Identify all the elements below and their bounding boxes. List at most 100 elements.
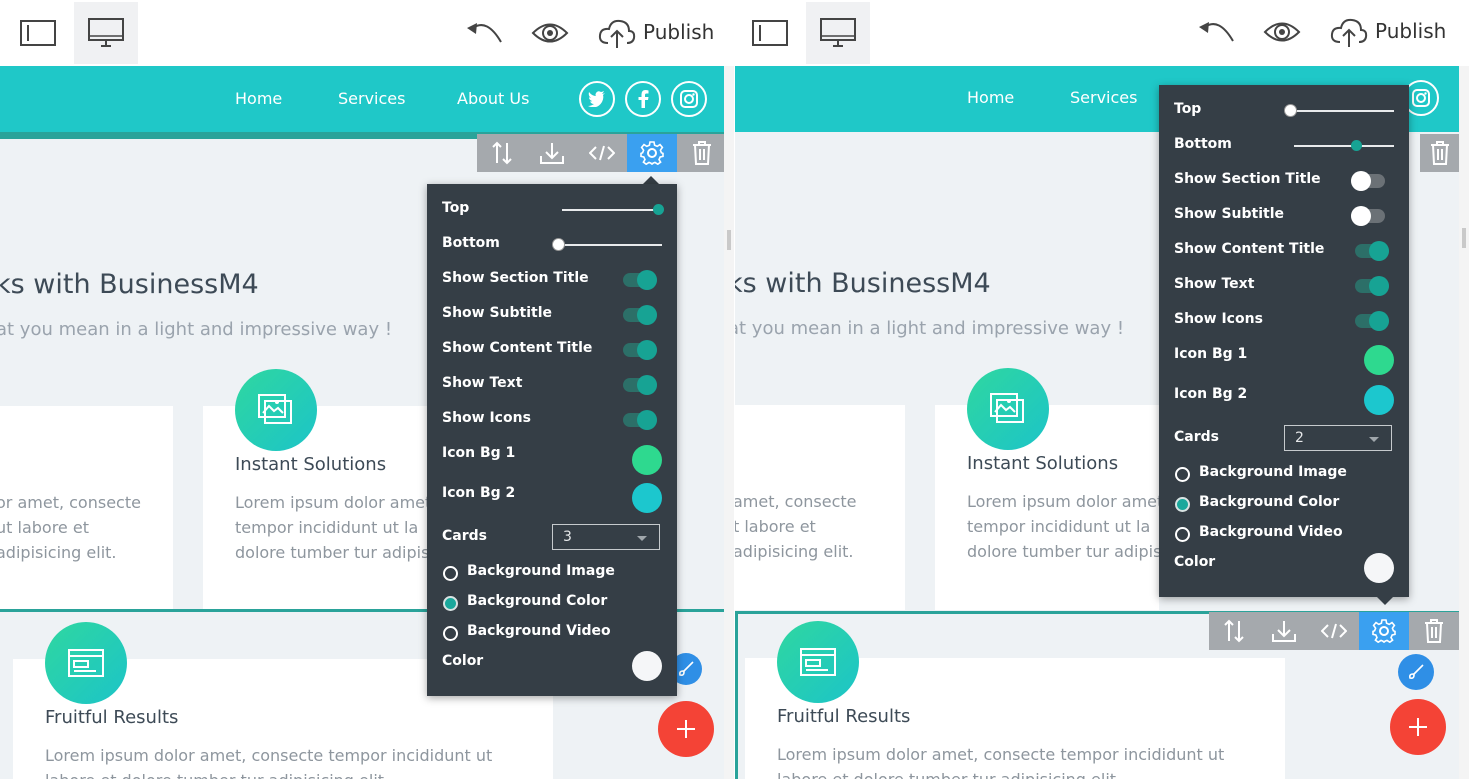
slider-knob[interactable]	[653, 204, 664, 215]
image-gallery-icon	[990, 393, 1024, 423]
code-button[interactable]	[1309, 612, 1359, 650]
delete-button[interactable]	[677, 134, 727, 172]
feature-card-instant-solutions[interactable]: Instant Solutions Lorem ipsum dolor amet…	[935, 405, 1159, 610]
twitter-link[interactable]	[579, 81, 615, 117]
top-padding-slider[interactable]	[1285, 105, 1394, 116]
bg-image-label[interactable]: Background Image	[467, 563, 615, 579]
cloud-upload-icon	[1330, 18, 1368, 47]
show-subtitle-toggle[interactable]	[623, 305, 657, 325]
cards-select[interactable]: 2	[1284, 425, 1392, 451]
bottom-padding-slider[interactable]	[553, 239, 662, 250]
show-subtitle-label: Show Subtitle	[442, 305, 553, 321]
publish-button[interactable]: Publish	[643, 20, 714, 44]
slider-knob[interactable]	[553, 239, 564, 250]
show-text-toggle[interactable]	[623, 375, 657, 395]
preview-button[interactable]	[1262, 17, 1302, 47]
card-text-line: Lorem ipsum dolor amet, consecte tempor …	[45, 746, 493, 765]
top-padding-slider[interactable]	[562, 204, 664, 215]
nav-services[interactable]: Services	[338, 89, 405, 108]
nav-home[interactable]: Home	[235, 89, 282, 108]
add-block-button[interactable]	[658, 701, 714, 757]
show-text-toggle[interactable]	[1355, 276, 1389, 296]
bg-video-label[interactable]: Background Video	[467, 623, 611, 639]
facebook-link[interactable]	[625, 81, 661, 117]
trash-icon	[693, 141, 711, 165]
code-icon	[589, 145, 615, 161]
background-color-swatch[interactable]	[1364, 553, 1394, 583]
icon-bg-1-swatch[interactable]	[1364, 345, 1394, 375]
nav-about-us[interactable]: About Us	[457, 89, 529, 108]
bg-video-label[interactable]: Background Video	[1199, 524, 1343, 540]
bg-video-radio[interactable]	[1175, 527, 1190, 542]
color-label: Color	[442, 653, 484, 669]
download-button[interactable]	[1259, 612, 1309, 650]
publish-cloud-button[interactable]	[597, 16, 637, 50]
icon-bg-2-swatch[interactable]	[1364, 385, 1394, 415]
section-subtitle: at you mean in a light and impressive wa…	[735, 318, 1125, 339]
delete-button[interactable]	[1409, 612, 1459, 650]
undo-button[interactable]	[464, 18, 504, 48]
publish-button[interactable]: Publish	[1375, 19, 1446, 43]
desktop-view-icon	[88, 18, 124, 47]
show-content-title-toggle[interactable]	[623, 340, 657, 360]
reorder-button[interactable]	[1209, 612, 1259, 650]
code-icon	[1321, 623, 1347, 639]
show-section-title-toggle[interactable]	[623, 270, 657, 290]
delete-button-top[interactable]	[1420, 134, 1460, 172]
bg-color-radio[interactable]	[443, 596, 458, 611]
nav-home[interactable]: Home	[967, 88, 1014, 107]
show-icons-toggle[interactable]	[623, 410, 657, 430]
icon-bg-1-swatch[interactable]	[632, 445, 662, 475]
settings-button[interactable]	[1359, 612, 1409, 650]
sidebar-toggle-button[interactable]	[738, 2, 802, 64]
show-text-label: Show Text	[1174, 276, 1255, 292]
reorder-button[interactable]	[477, 134, 527, 172]
publish-cloud-button[interactable]	[1329, 15, 1369, 49]
bg-image-radio[interactable]	[443, 566, 458, 581]
bg-image-radio[interactable]	[1175, 467, 1190, 482]
icon-bg-2-label: Icon Bg 2	[1174, 386, 1248, 402]
bg-image-label[interactable]: Background Image	[1199, 464, 1347, 480]
slider-knob[interactable]	[1351, 140, 1362, 151]
show-icons-label: Show Icons	[442, 410, 531, 426]
slider-knob[interactable]	[1285, 105, 1296, 116]
bottom-padding-slider[interactable]	[1294, 140, 1394, 151]
card-text-line: adipisicing elit.	[735, 542, 854, 561]
desktop-view-button[interactable]	[806, 2, 870, 64]
show-text-label: Show Text	[442, 375, 523, 391]
editor-topbar: Publish	[0, 0, 734, 66]
section-title: ks with BusinessM4	[735, 268, 991, 299]
show-subtitle-toggle[interactable]	[1351, 206, 1385, 226]
card-text-line: labore et dolore tumber tur adipisicing …	[45, 768, 389, 779]
icon-bg-2-swatch[interactable]	[632, 483, 662, 513]
settings-button[interactable]	[627, 134, 677, 172]
bg-color-label[interactable]: Background Color	[1199, 494, 1339, 510]
feature-card[interactable]: amet, consecte t labore et adipisicing e…	[735, 405, 905, 610]
bg-video-radio[interactable]	[443, 626, 458, 641]
code-button[interactable]	[577, 134, 627, 172]
toggle-knob	[1351, 206, 1371, 226]
plus-icon	[677, 720, 695, 738]
edit-style-button[interactable]	[1398, 654, 1434, 690]
scrollbar-thumb[interactable]	[1462, 228, 1466, 248]
bg-color-radio[interactable]	[1175, 497, 1190, 512]
cards-select[interactable]: 3	[552, 524, 660, 550]
show-content-title-toggle[interactable]	[1355, 241, 1389, 261]
preview-button[interactable]	[530, 18, 570, 48]
scrollbar[interactable]	[724, 66, 734, 779]
undo-button[interactable]	[1196, 17, 1236, 47]
scrollbar[interactable]	[1459, 66, 1469, 779]
sidebar-toggle-button[interactable]	[6, 2, 70, 64]
show-section-title-toggle[interactable]	[1351, 171, 1385, 191]
background-color-swatch[interactable]	[632, 651, 662, 681]
browser-window-icon	[68, 649, 104, 677]
download-button[interactable]	[527, 134, 577, 172]
desktop-view-button[interactable]	[74, 2, 138, 64]
reorder-icon	[492, 141, 512, 165]
nav-services[interactable]: Services	[1070, 88, 1137, 107]
instagram-link[interactable]	[671, 81, 707, 117]
scrollbar-thumb[interactable]	[727, 230, 731, 250]
show-icons-toggle[interactable]	[1355, 311, 1389, 331]
bg-color-label[interactable]: Background Color	[467, 593, 607, 609]
add-block-button[interactable]	[1390, 699, 1446, 755]
